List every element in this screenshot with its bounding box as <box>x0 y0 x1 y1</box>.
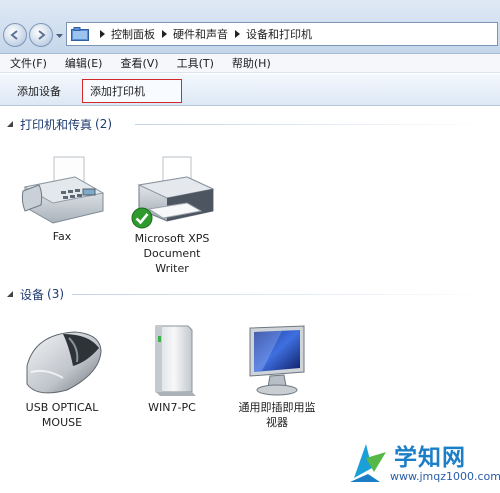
menu-bar: 文件(F) 编辑(E) 查看(V) 工具(T) 帮助(H) <box>0 54 500 73</box>
menu-edit[interactable]: 编辑(E) <box>65 55 103 71</box>
address-bar[interactable]: 控制面板 硬件和声音 设备和打印机 <box>66 22 498 46</box>
breadcrumb-control-panel[interactable]: 控制面板 <box>111 26 155 42</box>
breadcrumb-separator-icon[interactable] <box>233 30 241 38</box>
arrow-left-icon <box>10 30 18 40</box>
device-label: USB OPTICAL MOUSE <box>12 400 112 430</box>
menu-view[interactable]: 查看(V) <box>120 55 158 71</box>
device-label-line: Writer <box>155 262 189 275</box>
default-printer-check-icon <box>131 207 153 229</box>
device-tile-win7-pc[interactable]: WIN7-PC <box>122 322 222 415</box>
computer-tower-icon <box>155 325 196 396</box>
group-divider <box>72 294 490 295</box>
group-title: 设备 <box>20 287 45 302</box>
device-tile-generic-pnp-monitor[interactable]: 通用即插即用监 视器 <box>232 322 322 430</box>
device-tile-usb-optical-mouse[interactable]: USB OPTICAL MOUSE <box>12 322 112 430</box>
add-device-button[interactable]: 添加设备 <box>10 79 68 103</box>
group-divider <box>135 124 490 125</box>
device-label: Fax <box>52 230 72 243</box>
navigation-bar: 控制面板 硬件和声音 设备和打印机 <box>0 0 500 54</box>
menu-file[interactable]: 文件(F) <box>10 55 47 71</box>
monitor-icon <box>249 325 305 396</box>
device-label: 通用即插即用监 视器 <box>232 400 322 430</box>
device-tile-fax[interactable]: Fax <box>12 153 112 244</box>
recent-pages-dropdown-icon[interactable] <box>55 31 64 40</box>
breadcrumb-separator-icon[interactable] <box>160 30 168 38</box>
devices-and-printers-window: 控制面板 硬件和声音 设备和打印机 文件(F) 编辑(E) 查看(V) 工具(T… <box>0 0 500 493</box>
device-label: WIN7-PC <box>148 401 196 414</box>
group-header-printers[interactable]: 打印机和传真 (2) <box>6 115 112 133</box>
menu-help[interactable]: 帮助(H) <box>232 55 271 71</box>
device-label-line: 通用即插即用监 <box>238 401 316 414</box>
device-label-line: USB OPTICAL <box>25 401 99 414</box>
arrow-right-icon <box>38 30 46 40</box>
group-header-devices[interactable]: 设备 (3) <box>6 285 64 303</box>
control-panel-folder-icon <box>71 27 89 41</box>
group-count: (2) <box>95 117 113 131</box>
device-label-line: Document <box>143 247 201 260</box>
back-button[interactable] <box>3 23 27 47</box>
watermark-logo-icon <box>350 444 386 482</box>
add-printer-button[interactable]: 添加打印机 <box>82 79 182 103</box>
mouse-icon <box>26 331 102 394</box>
collapse-triangle-icon <box>7 291 13 297</box>
breadcrumb-devices-and-printers[interactable]: 设备和打印机 <box>246 26 312 42</box>
watermark-title: 学知网 <box>394 445 466 471</box>
device-label-line: MOUSE <box>41 416 83 429</box>
breadcrumb-hardware-and-sound[interactable]: 硬件和声音 <box>173 26 228 42</box>
watermark-url: www.jmqz1000.com <box>390 470 500 483</box>
device-tile-microsoft-xps-document-writer[interactable]: Microsoft XPS Document Writer <box>120 155 224 276</box>
group-title: 打印机和传真 <box>20 117 93 132</box>
device-label: Microsoft XPS Document Writer <box>120 231 224 276</box>
group-count: (3) <box>47 287 65 301</box>
collapse-triangle-icon <box>7 121 13 127</box>
breadcrumb-separator-icon[interactable] <box>98 30 106 38</box>
fax-icon <box>21 156 105 224</box>
menu-tools[interactable]: 工具(T) <box>177 55 214 71</box>
device-label-line: Microsoft XPS <box>134 232 210 245</box>
command-bar: 添加设备 添加打印机 <box>0 74 500 106</box>
device-label-line: 视器 <box>266 416 288 429</box>
forward-button[interactable] <box>29 23 53 47</box>
site-watermark: 学知网 www.jmqz1000.com <box>346 436 500 490</box>
